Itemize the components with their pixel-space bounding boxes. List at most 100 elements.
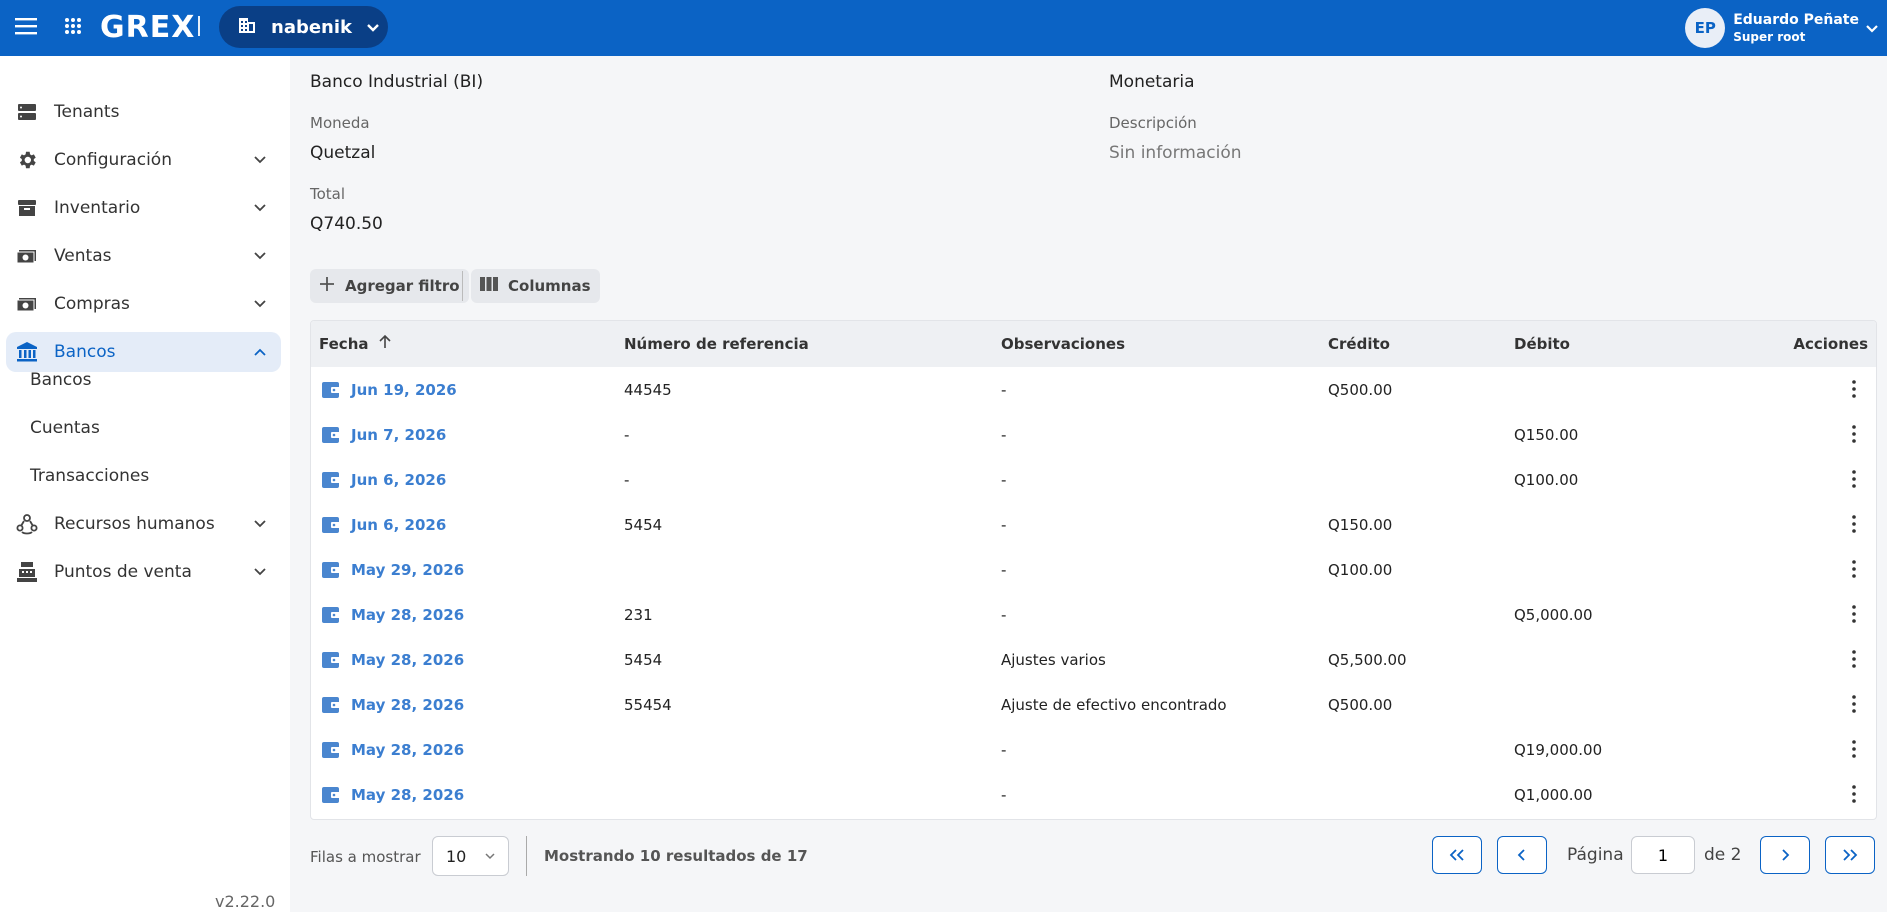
transaction-date-link[interactable]: May 29, 2026	[321, 547, 464, 592]
arrow-up-icon	[377, 334, 393, 354]
columns-icon	[480, 277, 498, 295]
sidebar-item-configuracion[interactable]: Configuración	[6, 140, 281, 180]
transaction-date: May 28, 2026	[351, 740, 465, 759]
column-header-fecha[interactable]: Fecha	[319, 321, 393, 367]
wallet-icon	[322, 606, 340, 623]
table-row: May 29, 2026 - Q100.00	[311, 547, 1876, 592]
bank-value: Banco Industrial (BI)	[310, 72, 484, 92]
observations: -	[1001, 605, 1007, 624]
footer-divider	[526, 836, 527, 876]
table-header: Fecha Número de referencia Observaciones…	[311, 321, 1876, 367]
row-actions-button[interactable]	[1842, 556, 1866, 582]
sidebar-subitem-cuentas[interactable]: Cuentas	[30, 412, 100, 444]
next-page-button[interactable]	[1760, 836, 1810, 874]
credit-amount: Q500.00	[1328, 695, 1393, 714]
wallet-icon	[322, 561, 340, 578]
row-actions-button[interactable]	[1842, 646, 1866, 672]
row-actions-button[interactable]	[1842, 511, 1866, 537]
apps-grid-icon[interactable]	[59, 12, 87, 40]
app-logo[interactable]: GREX	[100, 10, 195, 45]
chevron-down-icon	[1865, 19, 1879, 38]
main-content: Banco Industrial (BI) Monetaria Moneda Q…	[290, 56, 1887, 912]
sidebar-subitem-transacciones[interactable]: Transacciones	[30, 460, 149, 492]
transaction-date-link[interactable]: May 28, 2026	[321, 637, 464, 682]
row-actions-button[interactable]	[1842, 691, 1866, 717]
reference-number: 44545	[624, 380, 672, 399]
page-number-input[interactable]	[1631, 836, 1695, 874]
sidebar-item-label: Ventas	[54, 246, 112, 266]
last-page-button[interactable]	[1825, 836, 1875, 874]
chevron-up-icon	[254, 348, 266, 356]
gear-icon	[14, 147, 40, 173]
server-icon	[14, 99, 40, 125]
sidebar-item-recursos-humanos[interactable]: Recursos humanos	[6, 504, 281, 544]
tenant-selector[interactable]: nabenik	[219, 6, 388, 48]
description-value: Sin información	[1109, 143, 1242, 163]
reference-number: -	[624, 425, 630, 444]
description-label: Descripción	[1109, 114, 1197, 132]
transaction-date-link[interactable]: Jun 7, 2026	[321, 412, 446, 457]
chevron-down-icon	[485, 853, 495, 860]
observations: Ajustes varios	[1001, 650, 1106, 669]
currency-label: Moneda	[310, 114, 370, 132]
debit-amount: Q1,000.00	[1514, 785, 1593, 804]
money-icon	[14, 243, 40, 269]
archive-icon	[14, 195, 40, 221]
sidebar-item-ventas[interactable]: Ventas	[6, 236, 281, 276]
more-vertical-icon	[1852, 560, 1856, 578]
observations: -	[1001, 740, 1007, 759]
column-header-referencia[interactable]: Número de referencia	[624, 321, 809, 367]
sidebar: Tenants Configuración Inventario Ventas …	[0, 56, 290, 912]
observations: -	[1001, 380, 1007, 399]
column-header-observaciones[interactable]: Observaciones	[1001, 321, 1125, 367]
transaction-date-link[interactable]: May 28, 2026	[321, 682, 464, 727]
previous-page-button[interactable]	[1497, 836, 1547, 874]
transaction-date-link[interactable]: Jun 19, 2026	[321, 367, 457, 412]
table-row: Jun 6, 2026 - - Q100.00	[311, 457, 1876, 502]
row-actions-button[interactable]	[1842, 376, 1866, 402]
sidebar-item-inventario[interactable]: Inventario	[6, 188, 281, 228]
transaction-date: May 29, 2026	[351, 560, 465, 579]
column-header-debito[interactable]: Débito	[1514, 321, 1570, 367]
observations: -	[1001, 515, 1007, 534]
column-header-acciones: Acciones	[1793, 335, 1868, 353]
people-icon	[14, 511, 40, 537]
rows-per-page-select[interactable]: 10	[432, 836, 509, 876]
wallet-icon	[322, 786, 340, 803]
column-header-credito[interactable]: Crédito	[1328, 321, 1390, 367]
row-actions-button[interactable]	[1842, 601, 1866, 627]
wallet-icon	[322, 471, 340, 488]
transaction-date-link[interactable]: Jun 6, 2026	[321, 502, 446, 547]
columns-label: Columnas	[508, 277, 591, 295]
sidebar-item-tenants[interactable]: Tenants	[6, 92, 281, 132]
transaction-date-link[interactable]: May 28, 2026	[321, 592, 464, 637]
more-vertical-icon	[1852, 425, 1856, 443]
observations: Ajuste de efectivo encontrado	[1001, 695, 1227, 714]
page-total: de 2	[1704, 845, 1742, 865]
transaction-date: Jun 6, 2026	[351, 470, 447, 489]
transaction-date: Jun 6, 2026	[351, 515, 447, 534]
transaction-date-link[interactable]: May 28, 2026	[321, 772, 464, 817]
debit-amount: Q100.00	[1514, 470, 1579, 489]
first-page-button[interactable]	[1432, 836, 1482, 874]
sidebar-item-compras[interactable]: Compras	[6, 284, 281, 324]
add-filter-button[interactable]: Agregar filtro	[310, 269, 469, 303]
debit-amount: Q19,000.00	[1514, 740, 1603, 759]
hamburger-menu-icon[interactable]	[12, 12, 40, 40]
transaction-date-link[interactable]: May 28, 2026	[321, 727, 464, 772]
row-actions-button[interactable]	[1842, 736, 1866, 762]
more-vertical-icon	[1852, 470, 1856, 488]
transaction-date-link[interactable]: Jun 6, 2026	[321, 457, 446, 502]
observations: -	[1001, 470, 1007, 489]
columns-button[interactable]: Columnas	[471, 269, 600, 303]
tenant-name: nabenik	[271, 16, 353, 38]
row-actions-button[interactable]	[1842, 421, 1866, 447]
user-menu[interactable]: EP Eduardo Peñate Super root	[1685, 0, 1887, 56]
sidebar-item-puntos-de-venta[interactable]: Puntos de venta	[6, 552, 281, 592]
row-actions-button[interactable]	[1842, 781, 1866, 807]
sidebar-subitem-bancos[interactable]: Bancos	[30, 364, 91, 396]
transaction-date: May 28, 2026	[351, 605, 465, 624]
row-actions-button[interactable]	[1842, 466, 1866, 492]
plus-icon	[319, 276, 335, 296]
observations: -	[1001, 785, 1007, 804]
